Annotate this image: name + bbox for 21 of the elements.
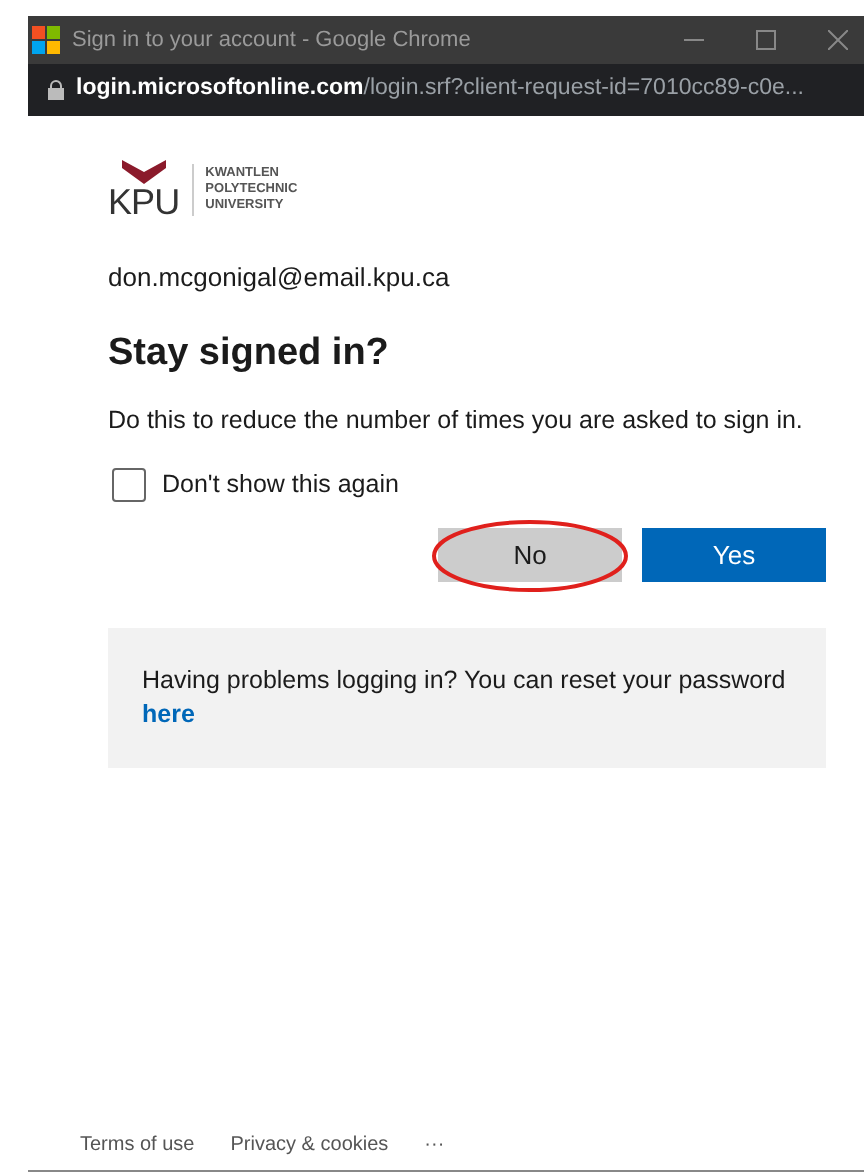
account-email: don.mcgonigal@email.kpu.ca (108, 260, 452, 296)
logo-abbreviation: KPU (108, 184, 180, 220)
help-text: Having problems logging in? You can reset your password here (142, 663, 788, 732)
k-symbol-icon (121, 160, 166, 184)
reset-link[interactable]: here (142, 699, 195, 728)
maximize-icon[interactable] (756, 30, 776, 50)
footer-link[interactable]: Privacy & cookies (230, 1130, 389, 1160)
page-heading: Stay signed in? (108, 329, 391, 377)
footer-link[interactable]: ··· (424, 1130, 445, 1160)
footer-link[interactable]: Terms of use (80, 1130, 195, 1160)
window-title: Sign in to your account - Google Chrome (72, 25, 473, 56)
checkbox-label: Don't show this again (162, 468, 399, 502)
checkbox[interactable] (112, 467, 146, 502)
windows-logo-icon (32, 26, 60, 54)
description-text: Do this to reduce the number of times you are asked to sign in. (108, 404, 805, 438)
url-text: login.microsoftonline.com/login.srf?client-request-id=7010cc89-c0e... (76, 74, 804, 105)
lock-icon (48, 80, 64, 100)
address-bar[interactable]: login.microsoftonline.com/login.srf?client-request-id=7010cc89-c0e... (28, 64, 864, 116)
close-icon[interactable] (828, 30, 848, 50)
no-button[interactable]: No (438, 527, 622, 582)
yes-button[interactable]: Yes (642, 527, 826, 582)
